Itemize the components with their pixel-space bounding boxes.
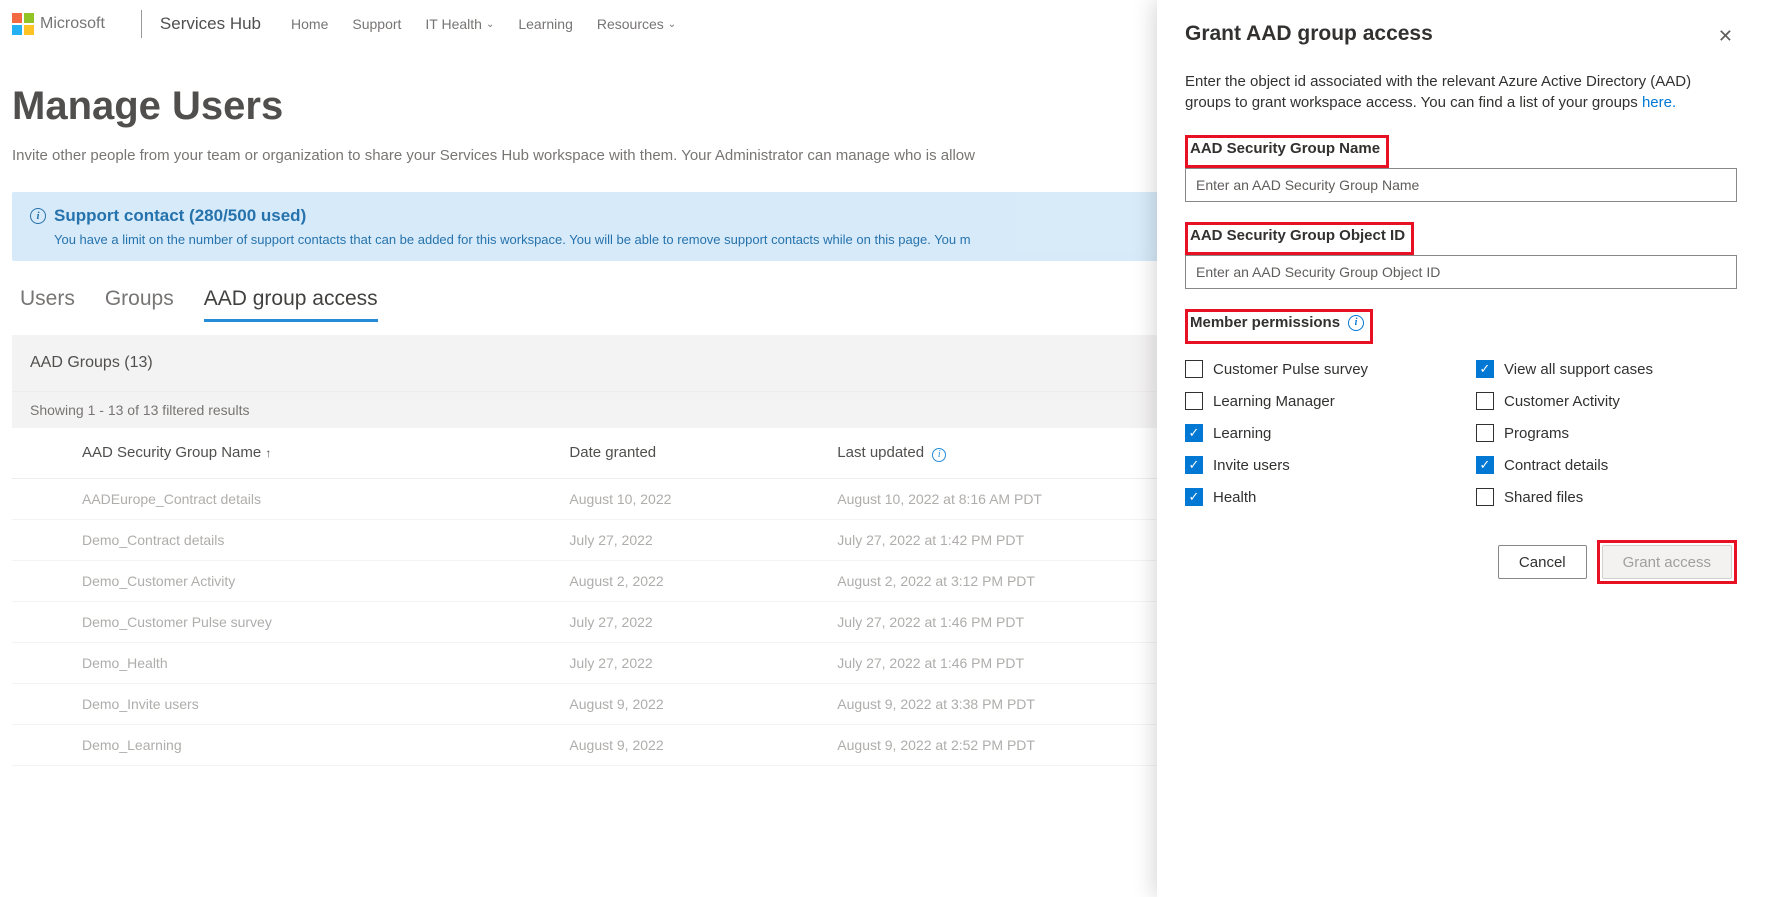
perm-label-shared-files: Shared files [1504, 489, 1583, 506]
col-name[interactable]: AAD Security Group Name ↑ [12, 428, 551, 478]
cancel-button[interactable]: Cancel [1498, 545, 1587, 579]
cell-date: July 27, 2022 [551, 642, 819, 683]
panel-description: Enter the object id associated with the … [1185, 71, 1737, 113]
cell-date: August 9, 2022 [551, 724, 819, 765]
group-id-label: AAD Security Group Object ID [1190, 227, 1405, 244]
perm-label-invite-users: Invite users [1213, 457, 1290, 474]
checkbox-customer-pulse-survey[interactable] [1185, 360, 1203, 378]
group-name-input[interactable] [1185, 168, 1737, 202]
tab-aad-group-access[interactable]: AAD group access [204, 287, 378, 322]
perm-label-customer-pulse-survey: Customer Pulse survey [1213, 361, 1368, 378]
nav-home[interactable]: Home [291, 16, 328, 32]
perm-label-contract-details: Contract details [1504, 457, 1608, 474]
perm-label-view-all-support-cases: View all support cases [1504, 361, 1653, 378]
cell-name: Demo_Customer Activity [12, 560, 551, 601]
checkbox-view-all-support-cases[interactable]: ✓ [1476, 360, 1494, 378]
cell-date: August 9, 2022 [551, 683, 819, 724]
perm-label-health: Health [1213, 489, 1256, 506]
cell-date: August 2, 2022 [551, 560, 819, 601]
info-icon[interactable]: i [932, 448, 946, 462]
checkbox-customer-activity[interactable] [1476, 392, 1494, 410]
here-link[interactable]: here. [1642, 94, 1676, 111]
cell-date: July 27, 2022 [551, 519, 819, 560]
checkbox-learning[interactable]: ✓ [1185, 424, 1203, 442]
close-icon[interactable]: ✕ [1714, 22, 1737, 51]
checkbox-health[interactable]: ✓ [1185, 488, 1203, 506]
grant-access-panel: Grant AAD group access ✕ Enter the objec… [1157, 0, 1765, 897]
nav-it-health[interactable]: IT Health⌄ [425, 16, 494, 32]
panel-title: Grant AAD group access [1185, 22, 1714, 46]
cell-name: Demo_Health [12, 642, 551, 683]
tab-users[interactable]: Users [20, 287, 75, 322]
chevron-down-icon: ⌄ [486, 19, 494, 30]
permissions-header: Member permissions [1190, 314, 1340, 331]
cell-name: Demo_Contract details [12, 519, 551, 560]
cell-date: July 27, 2022 [551, 601, 819, 642]
cell-name: Demo_Customer Pulse survey [12, 601, 551, 642]
info-icon[interactable]: i [1348, 315, 1364, 331]
perm-label-customer-activity: Customer Activity [1504, 393, 1620, 410]
checkbox-programs[interactable] [1476, 424, 1494, 442]
col-date[interactable]: Date granted [551, 428, 819, 478]
brand[interactable]: Services Hub [160, 14, 261, 34]
banner-title: Support contact (280/500 used) [54, 206, 306, 226]
grant-access-button[interactable]: Grant access [1602, 545, 1732, 579]
cell-name: Demo_Learning [12, 724, 551, 765]
cell-name: AADEurope_Contract details [12, 478, 551, 519]
nav-support[interactable]: Support [352, 16, 401, 32]
cell-date: August 10, 2022 [551, 478, 819, 519]
checkbox-learning-manager[interactable] [1185, 392, 1203, 410]
perm-label-learning: Learning [1213, 425, 1271, 442]
group-name-label: AAD Security Group Name [1190, 140, 1380, 157]
tab-groups[interactable]: Groups [105, 287, 174, 322]
microsoft-text: Microsoft [40, 15, 105, 33]
microsoft-logo-icon [12, 13, 34, 35]
checkbox-invite-users[interactable]: ✓ [1185, 456, 1203, 474]
nav-learning[interactable]: Learning [518, 16, 573, 32]
info-icon: i [30, 208, 46, 224]
divider [141, 10, 142, 38]
cell-name: Demo_Invite users [12, 683, 551, 724]
group-id-input[interactable] [1185, 255, 1737, 289]
perm-label-programs: Programs [1504, 425, 1569, 442]
checkbox-contract-details[interactable]: ✓ [1476, 456, 1494, 474]
nav-resources[interactable]: Resources⌄ [597, 16, 676, 32]
chevron-down-icon: ⌄ [668, 19, 676, 30]
perm-label-learning-manager: Learning Manager [1213, 393, 1335, 410]
checkbox-shared-files[interactable] [1476, 488, 1494, 506]
sort-asc-icon: ↑ [265, 446, 271, 460]
